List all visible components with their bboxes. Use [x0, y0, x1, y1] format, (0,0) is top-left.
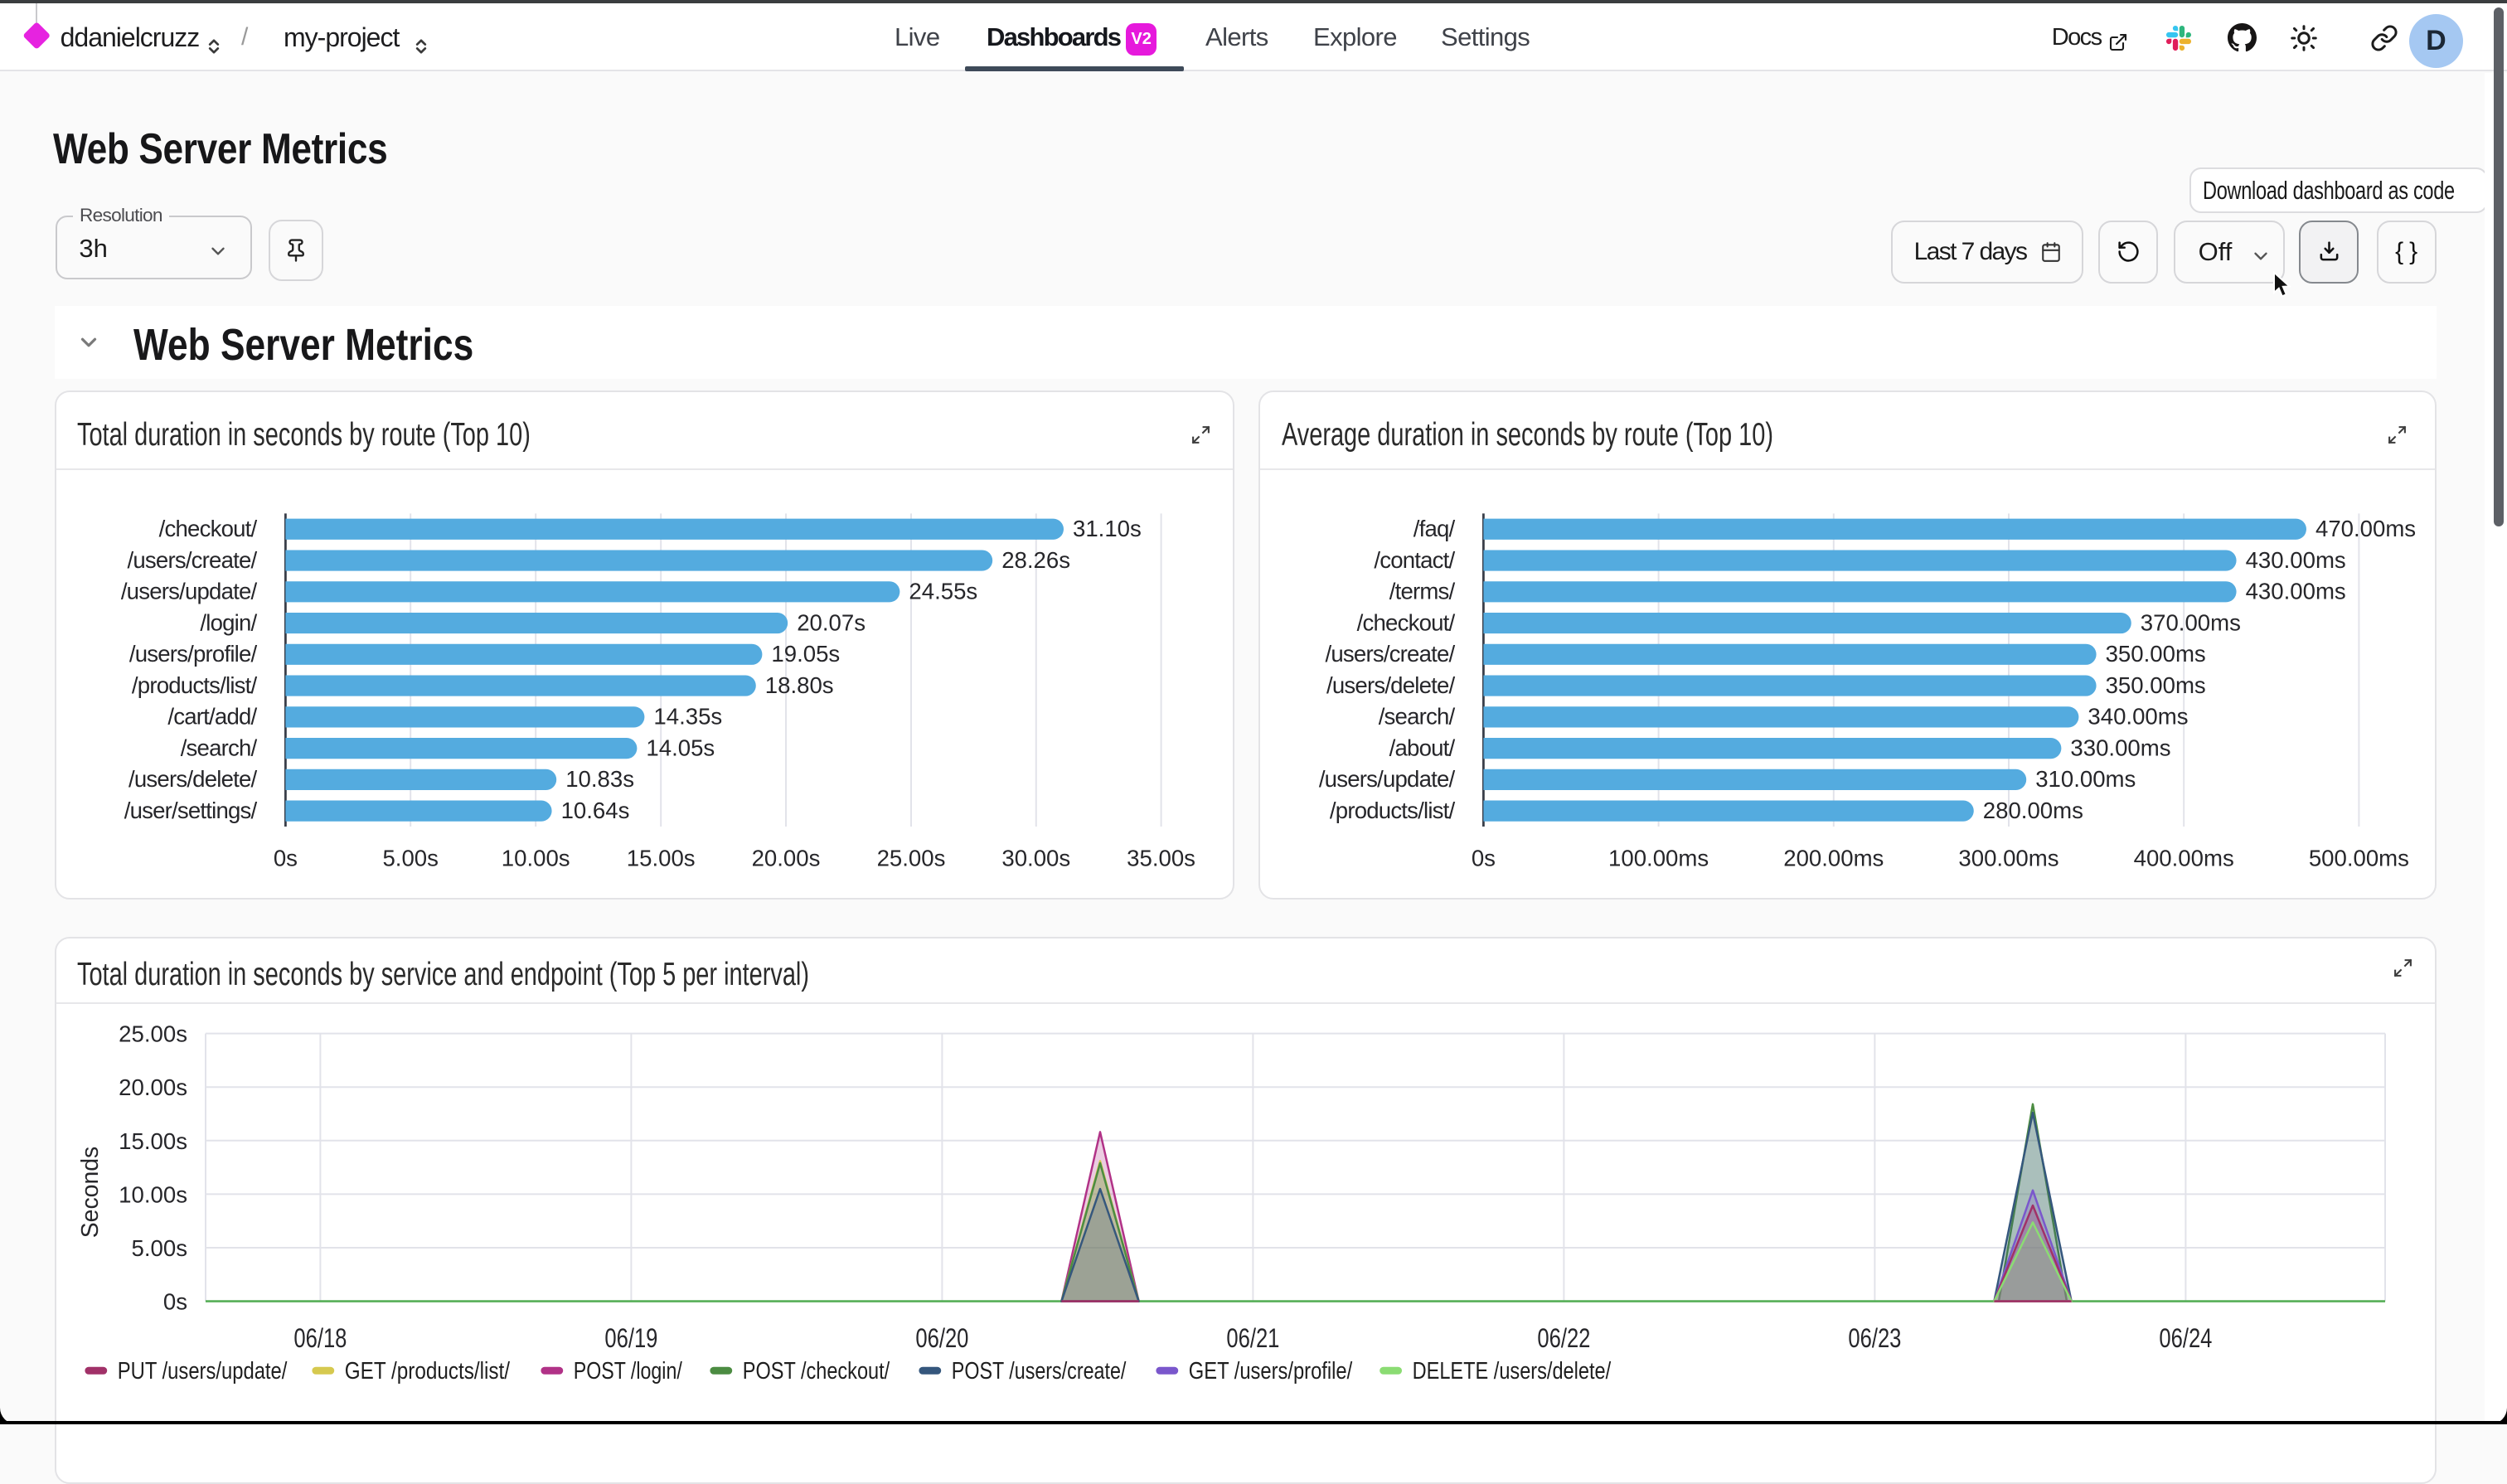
svg-text:280.00ms: 280.00ms [1983, 798, 2083, 823]
svg-text:/terms/: /terms/ [1389, 579, 1456, 604]
svg-text:10.83s: 10.83s [565, 766, 634, 792]
svg-text:5.00s: 5.00s [131, 1235, 187, 1261]
svg-text:/products/list/: /products/list/ [1330, 798, 1456, 823]
svg-text:/cart/add/: /cart/add/ [167, 704, 257, 730]
svg-text:/checkout/: /checkout/ [158, 516, 257, 541]
svg-text:/contact/: /contact/ [1374, 547, 1455, 573]
svg-text:0s: 0s [162, 1289, 187, 1315]
svg-text:470.00ms: 470.00ms [2315, 516, 2416, 541]
svg-text:/about/: /about/ [1389, 735, 1456, 760]
svg-text:/users/create/: /users/create/ [1326, 641, 1456, 667]
svg-text:350.00ms: 350.00ms [2106, 672, 2206, 698]
svg-text:06/21: 06/21 [1226, 1323, 1279, 1353]
svg-text:15.00s: 15.00s [119, 1128, 187, 1154]
svg-text:/users/update/: /users/update/ [1319, 766, 1456, 792]
svg-text:31.10s: 31.10s [1073, 516, 1142, 541]
svg-text:06/22: 06/22 [1537, 1323, 1590, 1353]
svg-text:06/20: 06/20 [915, 1323, 968, 1353]
svg-text:5.00s: 5.00s [382, 846, 438, 871]
svg-text:14.35s: 14.35s [653, 704, 722, 730]
svg-text:340.00ms: 340.00ms [2088, 704, 2188, 730]
svg-text:300.00ms: 300.00ms [1958, 846, 2058, 871]
svg-text:100.00ms: 100.00ms [1608, 846, 1709, 871]
svg-text:0s: 0s [1472, 846, 1496, 871]
svg-text:/users/create/: /users/create/ [127, 547, 257, 573]
svg-text:18.80s: 18.80s [764, 672, 833, 698]
svg-text:10.00s: 10.00s [501, 846, 570, 871]
svg-text:10.00s: 10.00s [119, 1181, 187, 1207]
svg-text:500.00ms: 500.00ms [2309, 846, 2409, 871]
svg-text:25.00s: 25.00s [119, 1021, 187, 1047]
svg-text:PUT /users/update/: PUT /users/update/ [117, 1358, 287, 1385]
svg-text:14.05s: 14.05s [646, 735, 715, 760]
svg-text:370.00ms: 370.00ms [2141, 609, 2241, 635]
svg-text:GET /users/profile/: GET /users/profile/ [1188, 1358, 1352, 1385]
svg-text:200.00ms: 200.00ms [1783, 846, 1884, 871]
svg-text:430.00ms: 430.00ms [2246, 579, 2346, 604]
svg-text:06/19: 06/19 [604, 1323, 657, 1353]
svg-text:/users/update/: /users/update/ [120, 579, 257, 604]
svg-text:GET /products/list/: GET /products/list/ [344, 1358, 510, 1385]
svg-text:30.00s: 30.00s [1001, 846, 1070, 871]
svg-text:Seconds: Seconds [77, 1147, 104, 1239]
svg-text:/users/delete/: /users/delete/ [1326, 672, 1456, 698]
svg-text:35.00s: 35.00s [1127, 846, 1195, 871]
svg-text:25.00s: 25.00s [876, 846, 945, 871]
svg-text:20.00s: 20.00s [119, 1074, 187, 1100]
svg-text:/faq/: /faq/ [1414, 516, 1456, 541]
svg-text:POST /users/create/: POST /users/create/ [951, 1358, 1126, 1385]
svg-text:06/24: 06/24 [2159, 1323, 2212, 1353]
svg-text:/products/list/: /products/list/ [132, 672, 258, 698]
svg-text:15.00s: 15.00s [626, 846, 695, 871]
svg-text:/users/profile/: /users/profile/ [129, 641, 257, 667]
svg-text:19.05s: 19.05s [771, 641, 840, 667]
svg-text:/checkout/: /checkout/ [1357, 609, 1456, 635]
svg-text:/search/: /search/ [1379, 704, 1456, 730]
svg-text:/user/settings/: /user/settings/ [124, 798, 257, 823]
svg-text:06/23: 06/23 [1848, 1323, 1901, 1353]
svg-text:0s: 0s [273, 846, 297, 871]
svg-text:400.00ms: 400.00ms [2134, 846, 2234, 871]
svg-text:350.00ms: 350.00ms [2106, 641, 2206, 667]
svg-text:20.00s: 20.00s [751, 846, 820, 871]
svg-text:10.64s: 10.64s [560, 798, 629, 823]
svg-text:POST /login/: POST /login/ [573, 1358, 682, 1385]
svg-text:24.55s: 24.55s [909, 579, 977, 604]
svg-text:310.00ms: 310.00ms [2035, 766, 2136, 792]
svg-text:430.00ms: 430.00ms [2246, 547, 2346, 573]
svg-text:DELETE /users/delete/: DELETE /users/delete/ [1412, 1358, 1611, 1385]
svg-text:/search/: /search/ [180, 735, 257, 760]
svg-text:330.00ms: 330.00ms [2070, 735, 2170, 760]
svg-text:/login/: /login/ [200, 609, 257, 635]
svg-text:06/18: 06/18 [293, 1323, 347, 1353]
svg-text:POST /checkout/: POST /checkout/ [742, 1358, 890, 1385]
svg-text:28.26s: 28.26s [1001, 547, 1070, 573]
svg-text:/users/delete/: /users/delete/ [129, 766, 258, 792]
svg-text:20.07s: 20.07s [797, 609, 866, 635]
